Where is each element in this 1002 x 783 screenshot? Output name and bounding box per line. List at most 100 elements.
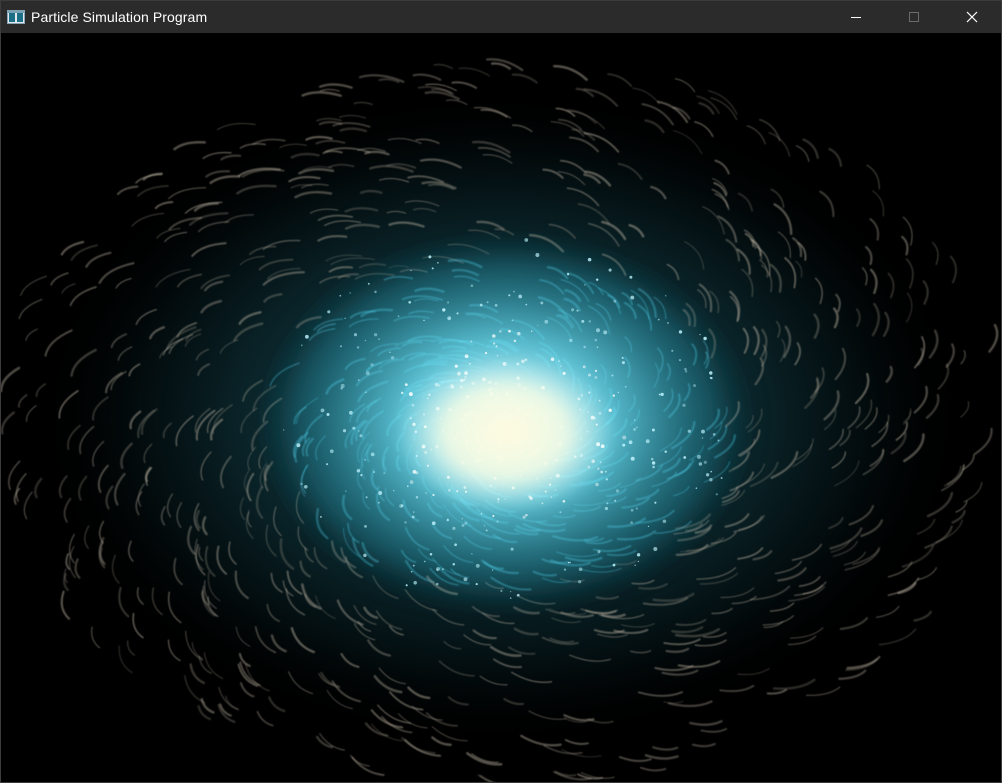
- particle: [480, 513, 483, 515]
- particle: [588, 320, 592, 323]
- particle: [300, 344, 303, 347]
- minimize-button[interactable]: [827, 1, 885, 33]
- particle: [701, 429, 705, 434]
- particle: [594, 376, 598, 379]
- particle: [615, 489, 620, 493]
- particle: [413, 511, 415, 513]
- particle: [660, 392, 664, 397]
- particle: [305, 334, 309, 339]
- particle: [479, 303, 483, 307]
- particle: [329, 449, 334, 454]
- particle: [400, 504, 404, 507]
- particle: [492, 334, 496, 338]
- particle: [345, 490, 347, 492]
- particle: [537, 324, 539, 326]
- particle: [353, 333, 358, 337]
- particle: [559, 511, 562, 514]
- particle: [530, 330, 533, 332]
- particle: [605, 470, 607, 473]
- particle: [518, 294, 523, 299]
- particle: [611, 374, 614, 377]
- particle: [563, 568, 567, 571]
- particle: [630, 456, 635, 461]
- particle: [364, 458, 366, 461]
- particle: [597, 550, 601, 554]
- particle: [657, 318, 660, 321]
- galaxy-core: [396, 353, 616, 513]
- particle: [436, 568, 439, 571]
- particle: [703, 460, 707, 464]
- particle: [595, 278, 599, 281]
- particle: [374, 333, 378, 337]
- particle: [470, 340, 473, 343]
- particle: [709, 478, 713, 482]
- particle: [359, 434, 363, 438]
- particle: [652, 465, 655, 469]
- particle: [576, 309, 579, 312]
- particle: [326, 412, 330, 417]
- title-bar[interactable]: Particle Simulation Program: [1, 1, 1001, 33]
- particle: [356, 346, 360, 349]
- particle: [603, 330, 608, 335]
- particle: [415, 495, 419, 499]
- particle: [320, 408, 325, 413]
- close-icon: [966, 11, 978, 23]
- particle: [464, 354, 469, 359]
- particle: [605, 478, 608, 481]
- particle: [383, 472, 386, 475]
- particle: [397, 315, 400, 318]
- particle: [720, 477, 723, 479]
- simulation-canvas[interactable]: [1, 33, 1001, 782]
- particle: [634, 564, 637, 567]
- particle: [583, 284, 586, 286]
- particle: [364, 339, 367, 342]
- particle: [717, 439, 720, 442]
- particle: [319, 515, 322, 518]
- particle: [613, 299, 617, 303]
- particle: [582, 365, 586, 369]
- particle: [437, 262, 439, 264]
- particle: [377, 501, 380, 504]
- particle: [470, 284, 474, 288]
- particle: [699, 333, 701, 336]
- particle: [594, 369, 598, 373]
- particle: [365, 371, 370, 376]
- particle: [500, 589, 503, 593]
- maximize-button[interactable]: [885, 1, 943, 33]
- maximize-icon: [909, 12, 919, 22]
- particle: [475, 583, 478, 586]
- particle: [356, 468, 361, 473]
- particle: [406, 485, 409, 488]
- particle: [569, 338, 573, 343]
- particle: [513, 339, 517, 343]
- particle: [709, 371, 713, 375]
- particle: [404, 521, 407, 524]
- particle: [614, 499, 617, 502]
- particle: [509, 590, 512, 593]
- particle: [326, 463, 329, 466]
- particle: [492, 342, 496, 345]
- particle: [508, 329, 511, 333]
- particle: [662, 519, 667, 524]
- particle: [413, 581, 417, 585]
- particle: [701, 437, 704, 439]
- particle: [363, 553, 367, 558]
- particle: [463, 577, 468, 582]
- particle: [370, 452, 375, 457]
- particle: [617, 391, 619, 393]
- window-title: Particle Simulation Program: [31, 9, 208, 25]
- particle: [404, 383, 408, 386]
- particle: [629, 275, 633, 279]
- particle: [486, 301, 489, 304]
- particle: [471, 553, 473, 555]
- close-button[interactable]: [943, 1, 1001, 33]
- particle: [710, 470, 713, 473]
- particle: [364, 525, 367, 528]
- particle: [447, 316, 452, 321]
- particle: [596, 328, 600, 333]
- particle: [498, 330, 502, 333]
- particle: [456, 312, 459, 315]
- particle: [496, 520, 499, 523]
- particle: [408, 300, 412, 304]
- particle: [712, 432, 716, 436]
